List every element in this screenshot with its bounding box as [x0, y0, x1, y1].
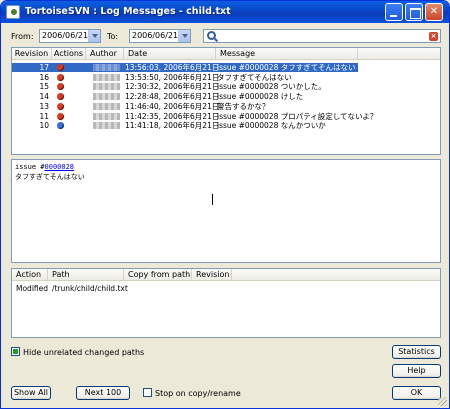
- column-header-date[interactable]: Date: [124, 48, 216, 60]
- revision-row[interactable]: 16 13:53:50, 2006年6月21日 タフすぎてそんはない: [12, 73, 358, 82]
- revision-list[interactable]: Revision Actions Author Date Message 17 1…: [11, 47, 441, 155]
- to-label: To:: [107, 32, 119, 41]
- modified-action-icon: [57, 83, 64, 91]
- log-message-text[interactable]: issue #0000028 タフすぎてそんはない: [11, 159, 441, 263]
- from-date-dropdown-icon[interactable]: [88, 30, 100, 42]
- title-bar[interactable]: TortoiseSVN : Log Messages - child.txt ✕: [1, 1, 449, 23]
- message-issue-line: issue #0000028: [15, 162, 437, 172]
- search-input[interactable]: ×: [203, 29, 441, 43]
- action-cell: [56, 73, 65, 82]
- clear-filter-icon[interactable]: ×: [429, 32, 438, 41]
- minimize-button[interactable]: [385, 3, 403, 21]
- column-header-actions[interactable]: Actions: [52, 48, 86, 60]
- author-redacted: [93, 64, 120, 71]
- revision-number: 14: [39, 92, 49, 102]
- maximize-button[interactable]: [405, 3, 423, 21]
- to-date-picker[interactable]: 2006/06/21: [129, 29, 191, 43]
- revision-message: issue #0000028 なんかついか: [217, 121, 326, 131]
- column-header-action[interactable]: Action: [12, 269, 48, 281]
- path-value: /trunk/child/child.txt: [52, 284, 128, 293]
- text-cursor-icon: [212, 194, 217, 205]
- column-header-filler: [358, 48, 440, 60]
- modified-action-icon: [57, 73, 64, 81]
- action-cell: [56, 112, 65, 121]
- issue-link[interactable]: 0000028: [45, 163, 75, 171]
- revision-message: issue #0000028 けした: [217, 92, 304, 102]
- column-header-author[interactable]: Author: [86, 48, 124, 60]
- author-redacted: [93, 112, 120, 120]
- next-100-button[interactable]: Next 100: [76, 386, 130, 400]
- message-body: タフすぎてそんはない: [15, 173, 85, 181]
- modified-action-icon: [57, 112, 64, 120]
- revision-number: 17: [39, 63, 49, 72]
- revision-message: issue #0000028 プロパティ設定してないよ？: [217, 111, 378, 121]
- author-redacted: [93, 102, 120, 110]
- hide-unrelated-label[interactable]: Hide unrelated changed paths: [23, 348, 144, 357]
- author-redacted: [93, 83, 120, 91]
- author-redacted: [93, 93, 120, 101]
- window-title: TortoiseSVN : Log Messages - child.txt: [25, 6, 231, 17]
- to-date-dropdown-icon[interactable]: [178, 30, 190, 42]
- statistics-button[interactable]: Statistics: [392, 345, 441, 359]
- added-action-icon: [57, 122, 64, 130]
- revision-date: 13:56:03, 2006年6月21日: [125, 63, 220, 72]
- revision-number: 11: [39, 111, 49, 121]
- column-header-copy-from-path[interactable]: Copy from path: [124, 269, 192, 281]
- revision-row[interactable]: 10 11:41:18, 2006年6月21日 issue #0000028 なんか…: [12, 121, 358, 130]
- revision-date: 12:30:32, 2006年6月21日: [125, 82, 220, 92]
- column-header-path[interactable]: Path: [48, 269, 124, 281]
- ok-button[interactable]: OK: [392, 386, 441, 400]
- path-action: Modified: [16, 284, 49, 293]
- show-all-button[interactable]: Show All: [11, 386, 51, 400]
- revision-date: 11:46:40, 2006年6月21日: [125, 101, 220, 111]
- revision-date: 13:53:50, 2006年6月21日: [125, 72, 220, 82]
- author-redacted: [93, 122, 120, 130]
- revision-number: 13: [39, 101, 49, 111]
- changed-paths-list[interactable]: Action Path Copy from path Revision Modi…: [11, 268, 441, 338]
- revision-number: 15: [39, 82, 49, 92]
- log-messages-window: TortoiseSVN : Log Messages - child.txt ✕…: [0, 0, 450, 409]
- action-cell: [56, 92, 65, 101]
- revision-date: 11:41:18, 2006年6月21日: [125, 121, 220, 131]
- column-header-path-revision[interactable]: Revision: [192, 269, 232, 281]
- revision-number: 10: [39, 121, 49, 131]
- resize-grip[interactable]: [438, 397, 447, 406]
- close-button[interactable]: ✕: [425, 3, 443, 21]
- modified-action-icon: [57, 102, 64, 110]
- action-cell: [56, 63, 65, 72]
- from-date-picker[interactable]: 2006/06/21: [39, 29, 101, 43]
- revision-row[interactable]: 13 11:46:40, 2006年6月21日 警告するかな？: [12, 102, 358, 111]
- revision-message: issue #0000028 タフすぎてそんはない: [217, 63, 356, 72]
- action-cell: [56, 121, 65, 130]
- revision-date: 11:42:35, 2006年6月21日: [125, 111, 220, 121]
- column-header-revision[interactable]: Revision: [12, 48, 52, 60]
- revision-row[interactable]: 11 11:42:35, 2006年6月21日 issue #0000028 プロパ…: [12, 111, 377, 121]
- to-date-value: 2006/06/21: [132, 31, 179, 40]
- action-cell: [56, 82, 65, 91]
- modified-action-icon: [57, 93, 64, 101]
- issue-prefix: issue #: [15, 163, 45, 171]
- revision-number: 16: [39, 72, 49, 82]
- help-button[interactable]: Help: [392, 364, 441, 378]
- search-icon[interactable]: [207, 31, 216, 40]
- column-header-filler: [232, 269, 440, 281]
- hide-unrelated-checkbox[interactable]: [11, 347, 20, 356]
- column-header-message[interactable]: Message: [216, 48, 358, 60]
- from-date-value: 2006/06/21: [42, 31, 89, 40]
- author-redacted: [93, 73, 120, 81]
- revision-date: 12:28:48, 2006年6月21日: [125, 92, 220, 102]
- revision-message: issue #0000028 ついかした。: [217, 82, 326, 92]
- action-cell: [56, 102, 65, 111]
- stop-on-copy-checkbox[interactable]: [143, 388, 152, 397]
- stop-on-copy-label[interactable]: Stop on copy/rename: [155, 389, 241, 398]
- tortoisesvn-app-icon: [6, 5, 20, 19]
- path-row[interactable]: Modified /trunk/child/child.txt: [12, 284, 440, 293]
- modified-action-icon: [57, 64, 64, 71]
- from-label: From:: [11, 32, 34, 41]
- revision-row[interactable]: 14 12:28:48, 2006年6月21日 issue #0000028 けした: [12, 92, 358, 101]
- revision-message: 警告するかな？: [217, 101, 270, 111]
- revision-message: タフすぎてそんはない: [217, 72, 292, 82]
- revision-row[interactable]: 17 13:56:03, 2006年6月21日 issue #0000028 タフす…: [12, 63, 358, 72]
- revision-row[interactable]: 15 12:30:32, 2006年6月21日 issue #0000028 ついか…: [12, 82, 358, 91]
